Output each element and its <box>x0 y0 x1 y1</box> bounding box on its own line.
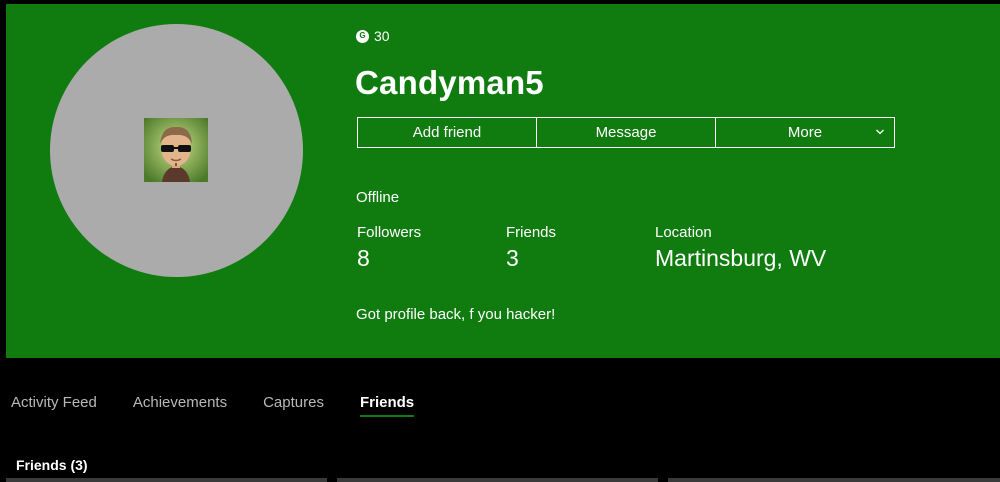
profile-header: G 30 Candyman5 Add friend Message More O… <box>6 4 1000 358</box>
tab-achievements[interactable]: Achievements <box>133 394 227 417</box>
stat-label: Friends <box>506 224 557 241</box>
gamerpic-image <box>144 118 208 182</box>
stat-friends[interactable]: Friends 3 <box>506 224 556 272</box>
more-button[interactable]: More <box>715 117 895 148</box>
tab-captures[interactable]: Captures <box>263 394 324 417</box>
tab-friends[interactable]: Friends <box>359 394 415 417</box>
stat-value: Martinsburg, WV <box>655 245 827 271</box>
friend-card[interactable] <box>6 478 327 482</box>
avatar <box>50 24 303 277</box>
stat-value: 3 <box>506 245 519 271</box>
tab-activity-feed[interactable]: Activity Feed <box>11 394 97 417</box>
more-label: More <box>787 124 823 141</box>
profile-bio: Got profile back, f you hacker! <box>356 306 556 323</box>
add-friend-label: Add friend <box>412 124 482 141</box>
gamerscore-value: 30 <box>374 28 390 44</box>
stat-value: 8 <box>357 245 370 271</box>
chevron-down-icon <box>876 129 884 135</box>
gamerscore: G 30 <box>356 28 390 44</box>
profile-actions: Add friend Message More <box>357 117 895 148</box>
gamerscore-g-icon: G <box>356 29 369 43</box>
friend-card[interactable] <box>668 478 1000 482</box>
friends-section-title: Friends (3) <box>16 457 88 473</box>
gamertag: Candyman5 <box>355 64 544 101</box>
profile-tabs: Activity Feed Achievements Captures Frie… <box>11 394 415 417</box>
message-button[interactable]: Message <box>536 117 716 148</box>
profile-page: G 30 Candyman5 Add friend Message More O… <box>0 0 1000 482</box>
friend-card[interactable] <box>337 478 658 482</box>
stat-followers[interactable]: Followers 8 <box>357 224 421 272</box>
stat-label: Location <box>655 224 712 241</box>
add-friend-button[interactable]: Add friend <box>357 117 537 148</box>
presence-status: Offline <box>356 189 400 206</box>
stat-location: Location Martinsburg, WV <box>655 224 826 272</box>
stat-label: Followers <box>357 224 422 241</box>
message-label: Message <box>595 124 657 141</box>
